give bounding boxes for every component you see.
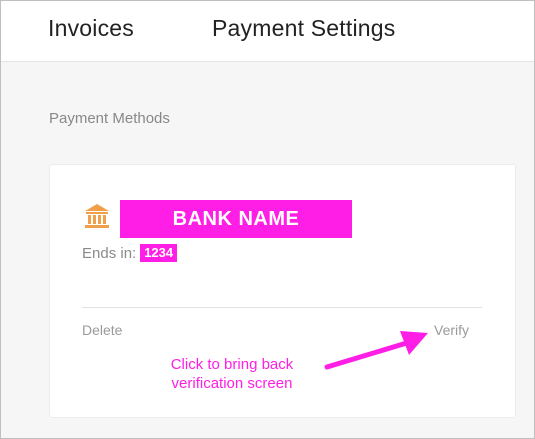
verify-button[interactable]: Verify — [434, 322, 469, 338]
ends-in-label: Ends in: — [82, 244, 137, 262]
top-nav: Invoices Payment Settings — [1, 1, 534, 62]
section-title: Payment Methods — [49, 110, 170, 127]
tab-payment-settings[interactable]: Payment Settings — [212, 15, 395, 42]
account-ending: Ends in: 1234 — [82, 244, 178, 262]
bank-icon — [85, 204, 109, 228]
account-last4: 1234 — [140, 244, 178, 262]
app-window: Invoices Payment Settings Payment Method… — [0, 0, 535, 439]
card-divider — [82, 307, 482, 308]
payment-method-card: BANK NAME Ends in: 1234 Delete Verify Cl… — [49, 164, 516, 418]
annotation-note: Click to bring back verification screen — [147, 355, 317, 393]
annotation-line-2: verification screen — [171, 375, 293, 392]
tab-invoices[interactable]: Invoices — [48, 15, 134, 42]
delete-button[interactable]: Delete — [82, 322, 122, 338]
bank-name: BANK NAME — [120, 200, 352, 238]
annotation-line-1: Click to bring back — [170, 356, 294, 373]
